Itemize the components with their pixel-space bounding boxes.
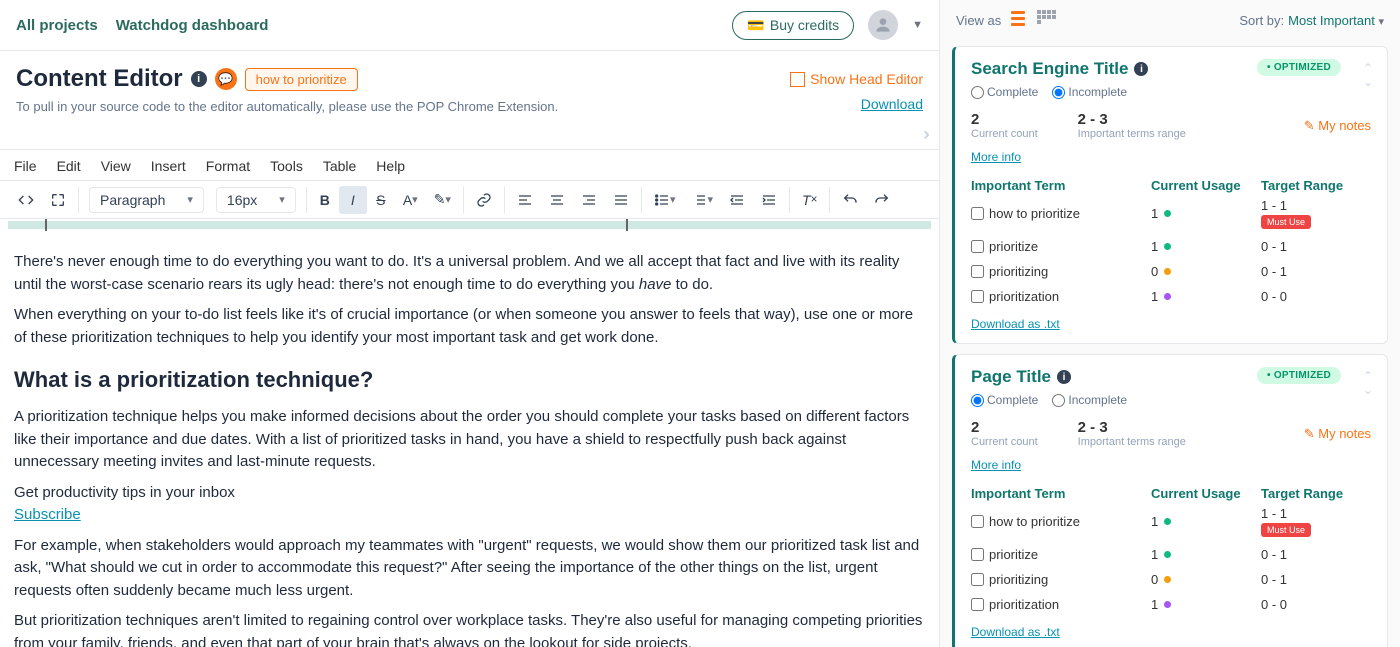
chevron-down-icon: ▾ — [279, 193, 285, 206]
code-view-button[interactable] — [10, 186, 42, 214]
menu-view[interactable]: View — [101, 158, 131, 174]
strikethrough-button[interactable]: S — [367, 186, 395, 214]
numbered-list-button[interactable]: ▾ — [683, 186, 721, 214]
progress-strip — [8, 221, 931, 229]
money-icon: 💳 — [747, 17, 764, 34]
align-left-button[interactable] — [509, 186, 541, 214]
menu-bar: File Edit View Insert Format Tools Table Help — [0, 149, 939, 180]
download-txt-link[interactable]: Download as .txt — [971, 625, 1060, 639]
term-checkbox[interactable] — [971, 548, 984, 561]
keyword-badge: how to prioritize — [245, 68, 358, 91]
term-row: prioritize 1 0 - 1 — [971, 542, 1371, 567]
show-head-editor-label: Show Head Editor — [810, 71, 923, 87]
term-checkbox[interactable] — [971, 598, 984, 611]
align-right-button[interactable] — [573, 186, 605, 214]
chevron-down-icon: ▾ — [1378, 16, 1384, 28]
menu-tools[interactable]: Tools — [270, 158, 303, 174]
chevron-down-icon[interactable]: ▼ — [912, 19, 923, 31]
term-row: how to prioritize 1 1 - 1Must Use — [971, 501, 1371, 542]
buy-credits-button[interactable]: 💳 Buy credits — [732, 11, 854, 40]
buy-credits-label: Buy credits — [770, 17, 839, 33]
subscribe-link[interactable]: Subscribe — [14, 506, 81, 523]
expand-chevrons-icon[interactable]: ›› — [0, 122, 939, 149]
menu-file[interactable]: File — [14, 158, 37, 174]
more-info-link[interactable]: More info — [971, 150, 1021, 164]
editor-toolbar: Paragraph ▾ 16px ▾ B I S A▾ ✎▾ ▾ ▾ T× — [0, 180, 939, 219]
info-icon[interactable]: i — [191, 71, 207, 87]
download-link[interactable]: Download — [861, 96, 923, 112]
title-subtext: To pull in your source code to the edito… — [16, 99, 923, 114]
term-row: prioritizing 0 0 - 1 — [971, 259, 1371, 284]
term-row: prioritize 1 0 - 1 — [971, 234, 1371, 259]
status-badge: • OPTIMIZED — [1257, 367, 1341, 384]
link-button[interactable] — [468, 186, 500, 214]
outdent-button[interactable] — [721, 186, 753, 214]
term-checkbox[interactable] — [971, 207, 984, 220]
sort-by-label: Sort by: — [1239, 13, 1284, 28]
my-notes-button[interactable]: ✎ My notes — [1304, 419, 1371, 448]
menu-format[interactable]: Format — [206, 158, 250, 174]
font-size-label: 16px — [227, 192, 257, 208]
info-icon[interactable]: i — [1057, 370, 1071, 384]
layout-icon — [790, 72, 805, 87]
term-checkbox[interactable] — [971, 573, 984, 586]
seo-panel: Page Title i • OPTIMIZED ⌃⌄ Complete Inc… — [952, 354, 1388, 647]
breadcrumb-all-projects[interactable]: All projects — [16, 17, 98, 34]
chat-icon[interactable]: 💬 — [215, 68, 237, 90]
term-row: prioritization 1 0 - 0 — [971, 592, 1371, 617]
block-format-label: Paragraph — [100, 192, 165, 208]
term-checkbox[interactable] — [971, 290, 984, 303]
sidebar: View as Sort by: Most Important ▾ Search… — [940, 0, 1400, 647]
more-info-link[interactable]: More info — [971, 458, 1021, 472]
term-checkbox[interactable] — [971, 265, 984, 278]
bullet-list-button[interactable]: ▾ — [646, 186, 684, 214]
undo-button[interactable] — [834, 186, 866, 214]
align-justify-button[interactable] — [605, 186, 637, 214]
top-bar: All projects Watchdog dashboard 💳 Buy cr… — [0, 0, 939, 51]
term-row: prioritization 1 0 - 0 — [971, 284, 1371, 309]
avatar[interactable] — [868, 10, 898, 40]
font-size-select[interactable]: 16px ▾ — [216, 187, 296, 213]
italic-button[interactable]: I — [339, 186, 367, 214]
term-checkbox[interactable] — [971, 240, 984, 253]
indent-button[interactable] — [753, 186, 785, 214]
text-color-button[interactable]: A▾ — [395, 186, 426, 214]
info-icon[interactable]: i — [1134, 62, 1148, 76]
term-row: prioritizing 0 0 - 1 — [971, 567, 1371, 592]
term-checkbox[interactable] — [971, 515, 984, 528]
grid-view-icon[interactable] — [1037, 10, 1057, 30]
page-title: Content Editor — [16, 65, 183, 93]
bold-button[interactable]: B — [311, 186, 339, 214]
menu-help[interactable]: Help — [376, 158, 405, 174]
incomplete-radio[interactable]: Incomplete — [1052, 85, 1127, 99]
highlight-button[interactable]: ✎▾ — [426, 185, 459, 214]
clear-format-button[interactable]: T× — [794, 186, 825, 214]
block-format-select[interactable]: Paragraph ▾ — [89, 187, 204, 213]
editor-content[interactable]: There's never enough time to do everythi… — [0, 239, 939, 647]
collapse-icon[interactable]: ⌃⌄ — [1363, 369, 1373, 397]
seo-panel: Search Engine Title i • OPTIMIZED ⌃⌄ Com… — [952, 46, 1388, 344]
align-center-button[interactable] — [541, 186, 573, 214]
complete-radio[interactable]: Complete — [971, 85, 1038, 99]
list-view-icon[interactable] — [1011, 10, 1031, 30]
breadcrumb-dashboard[interactable]: Watchdog dashboard — [116, 17, 269, 34]
term-row: how to prioritize 1 1 - 1Must Use — [971, 193, 1371, 234]
sort-by-select[interactable]: Most Important ▾ — [1288, 13, 1384, 28]
menu-edit[interactable]: Edit — [57, 158, 81, 174]
collapse-icon[interactable]: ⌃⌄ — [1363, 61, 1373, 89]
fullscreen-button[interactable] — [42, 186, 74, 214]
menu-insert[interactable]: Insert — [151, 158, 186, 174]
show-head-editor-button[interactable]: Show Head Editor — [790, 71, 923, 87]
menu-table[interactable]: Table — [323, 158, 356, 174]
complete-radio[interactable]: Complete — [971, 393, 1038, 407]
download-txt-link[interactable]: Download as .txt — [971, 317, 1060, 331]
breadcrumb: All projects Watchdog dashboard — [16, 17, 268, 34]
incomplete-radio[interactable]: Incomplete — [1052, 393, 1127, 407]
view-as-label: View as — [956, 13, 1001, 28]
my-notes-button[interactable]: ✎ My notes — [1304, 111, 1371, 140]
status-badge: • OPTIMIZED — [1257, 59, 1341, 76]
redo-button[interactable] — [866, 186, 898, 214]
chevron-down-icon: ▾ — [187, 193, 193, 206]
